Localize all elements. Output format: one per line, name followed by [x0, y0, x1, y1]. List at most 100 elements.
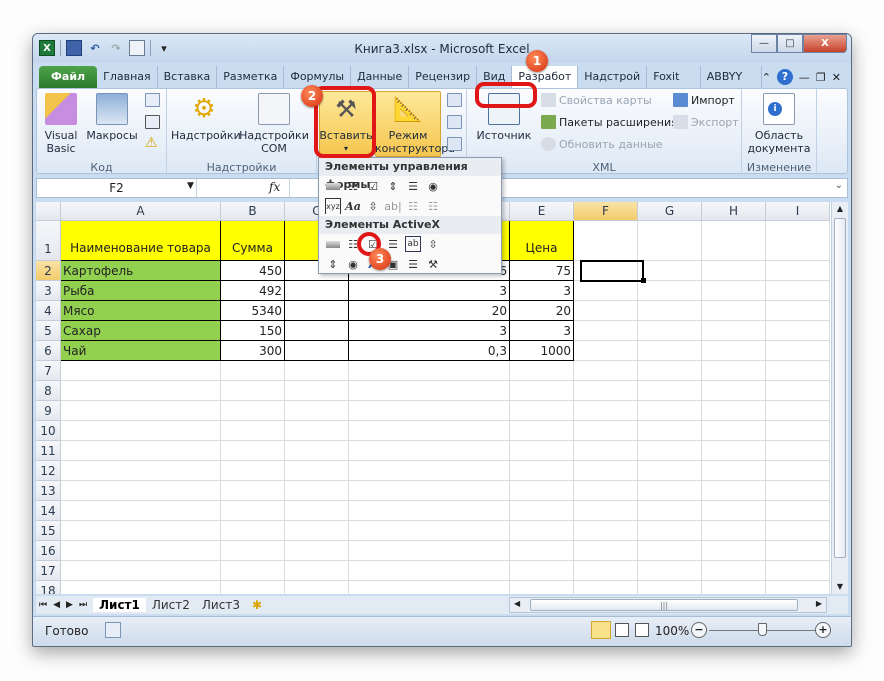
price-cell[interactable]: 1000	[510, 341, 574, 361]
empty-cell[interactable]	[510, 481, 574, 501]
sum-cell[interactable]: 450	[221, 261, 285, 281]
empty-cell[interactable]	[638, 441, 702, 461]
empty-cell[interactable]	[702, 521, 766, 541]
empty-cell[interactable]	[285, 441, 349, 461]
quantity-cell[interactable]: 3	[349, 321, 510, 341]
empty-cell[interactable]	[702, 221, 766, 261]
header-cell-b[interactable]: Сумма	[221, 221, 285, 261]
empty-cell[interactable]	[285, 541, 349, 561]
properties-icon[interactable]	[447, 93, 462, 107]
horizontal-scroll-thumb[interactable]: |||	[530, 599, 798, 611]
empty-cell[interactable]	[349, 361, 510, 381]
empty-cell[interactable]	[702, 401, 766, 421]
vertical-scroll-thumb[interactable]	[834, 218, 846, 558]
empty-cell[interactable]	[61, 541, 221, 561]
row-header-9[interactable]: 9	[36, 401, 61, 421]
empty-cell[interactable]	[766, 261, 830, 281]
row-header-6[interactable]: 6	[36, 341, 61, 361]
empty-cell[interactable]	[349, 521, 510, 541]
row-header-17[interactable]: 17	[36, 561, 61, 581]
column-header-b[interactable]: B	[221, 202, 285, 221]
maximize-button[interactable]: □	[777, 34, 803, 53]
activex-spin-button-icon[interactable]: ⇕	[325, 256, 341, 272]
page-layout-view-icon[interactable]	[615, 623, 629, 637]
select-all-corner[interactable]	[36, 202, 61, 221]
empty-cell[interactable]	[510, 361, 574, 381]
quantity-cell[interactable]: 20	[349, 301, 510, 321]
empty-cell[interactable]	[638, 581, 702, 594]
empty-cell[interactable]	[221, 521, 285, 541]
empty-cell[interactable]	[638, 261, 702, 281]
empty-cell[interactable]	[702, 441, 766, 461]
insert-sheet-icon[interactable]: ✱	[246, 598, 268, 612]
row-header-14[interactable]: 14	[36, 501, 61, 521]
empty-cell[interactable]	[61, 561, 221, 581]
sheet-tab-2[interactable]: Лист2	[146, 598, 196, 612]
empty-cell[interactable]	[574, 361, 638, 381]
quantity-cell[interactable]: 0,3	[349, 341, 510, 361]
empty-cell[interactable]	[349, 541, 510, 561]
column-header-e[interactable]: E	[510, 202, 574, 221]
minimize-button[interactable]: —	[751, 34, 777, 53]
empty-cell[interactable]	[221, 581, 285, 594]
empty-cell[interactable]	[638, 561, 702, 581]
empty-cell[interactable]	[638, 321, 702, 341]
row-header-10[interactable]: 10	[36, 421, 61, 441]
empty-cell[interactable]	[221, 461, 285, 481]
empty-cell[interactable]	[61, 501, 221, 521]
zoom-in-icon[interactable]: +	[815, 622, 831, 638]
empty-cell[interactable]	[61, 581, 221, 594]
row-header-13[interactable]: 13	[36, 481, 61, 501]
empty-cell[interactable]	[285, 481, 349, 501]
empty-cell[interactable]	[61, 381, 221, 401]
empty-cell[interactable]	[574, 401, 638, 421]
item-name-cell[interactable]: Чай	[61, 341, 221, 361]
empty-cell[interactable]	[766, 401, 830, 421]
empty-cell[interactable]	[638, 301, 702, 321]
item-name-cell[interactable]: Сахар	[61, 321, 221, 341]
map-properties-button[interactable]: Свойства карты	[541, 93, 652, 107]
empty-cell[interactable]	[574, 441, 638, 461]
empty-cell[interactable]	[574, 461, 638, 481]
empty-cell[interactable]	[349, 461, 510, 481]
empty-cell[interactable]	[702, 261, 766, 281]
empty-cell[interactable]	[221, 421, 285, 441]
empty-cell[interactable]	[574, 301, 638, 321]
expansion-packs-button[interactable]: Пакеты расширения	[541, 115, 678, 129]
form-spin-button-icon[interactable]: ⇕	[385, 178, 401, 194]
empty-cell[interactable]	[702, 461, 766, 481]
empty-cell[interactable]	[510, 501, 574, 521]
first-sheet-icon[interactable]: ⏮	[36, 600, 50, 610]
empty-cell[interactable]	[638, 461, 702, 481]
column-header-a[interactable]: A	[61, 202, 221, 221]
empty-cell[interactable]	[766, 541, 830, 561]
empty-cell[interactable]	[285, 381, 349, 401]
empty-cell[interactable]	[221, 501, 285, 521]
form-option-button-icon[interactable]: ◉	[425, 178, 441, 194]
empty-cell[interactable]	[574, 521, 638, 541]
fill-handle[interactable]	[641, 278, 646, 283]
page-break-view-icon[interactable]	[635, 623, 649, 637]
normal-view-icon[interactable]	[591, 621, 611, 639]
empty-cell[interactable]	[766, 321, 830, 341]
empty-cell[interactable]	[766, 461, 830, 481]
doc-close-icon[interactable]: ✕	[832, 71, 841, 84]
tab-foxit-pdf[interactable]: Foxit PDF	[647, 66, 701, 105]
empty-cell[interactable]	[638, 421, 702, 441]
empty-cell[interactable]	[574, 501, 638, 521]
empty-cell[interactable]	[349, 561, 510, 581]
empty-cell[interactable]	[702, 361, 766, 381]
empty-cell[interactable]	[638, 481, 702, 501]
macros-button[interactable]: Макросы	[85, 93, 139, 142]
collapse-ribbon-icon[interactable]: ⌃	[762, 71, 771, 84]
empty-cell[interactable]	[349, 421, 510, 441]
empty-cell[interactable]	[766, 301, 830, 321]
tab-home[interactable]: Главная	[97, 66, 158, 88]
addins-button[interactable]: ⚙ Надстройки	[171, 93, 241, 142]
activex-option-button-icon[interactable]: ◉	[345, 256, 361, 272]
empty-cell[interactable]	[702, 541, 766, 561]
tab-page-layout[interactable]: Разметка	[217, 66, 285, 88]
prev-sheet-icon[interactable]: ◀	[50, 600, 63, 610]
row-header-18[interactable]: 18	[36, 581, 61, 594]
form-group-box-icon[interactable]: xyz	[325, 198, 341, 214]
